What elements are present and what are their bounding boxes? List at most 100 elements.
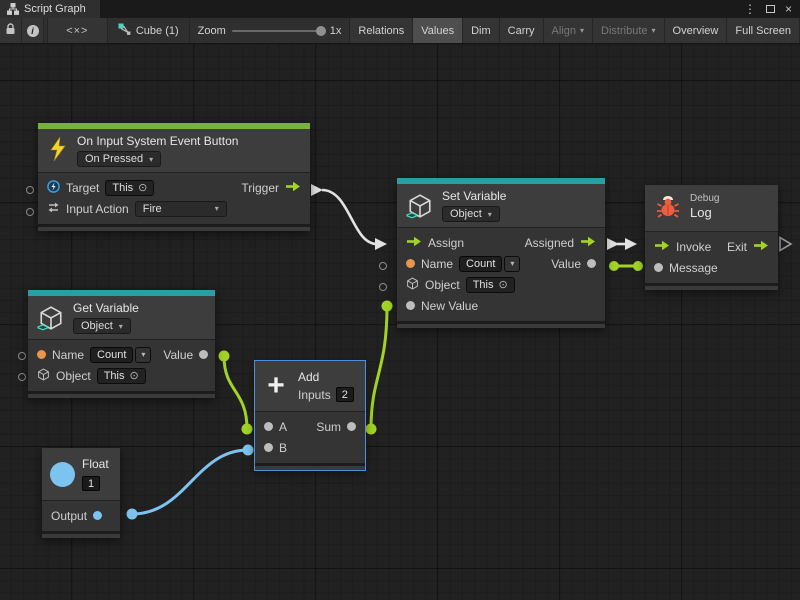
node-on-input-system-event-button[interactable]: On Input System Event Button On Pressed …	[38, 123, 310, 231]
lock-icon	[5, 23, 16, 38]
cube-icon	[406, 277, 419, 293]
chevron-down-icon: ▾	[119, 322, 123, 331]
object-value: This	[104, 370, 125, 382]
object-picker-icon[interactable]: ⊙	[129, 369, 138, 382]
graph-context-button[interactable]: Cube (1)	[108, 18, 190, 43]
name-label: Name	[52, 348, 84, 362]
flow-port-assigned-out[interactable]	[607, 238, 619, 250]
button-label: Align	[552, 25, 576, 37]
exit-label: Exit	[727, 240, 747, 254]
inspect-button[interactable]: i	[22, 18, 44, 43]
variable-name-dropdown[interactable]: Count ▾	[459, 256, 520, 272]
close-icon[interactable]: ×	[785, 3, 792, 15]
get-variable-kind-dropdown[interactable]: Object ▾	[73, 318, 131, 334]
node-title: Float	[82, 457, 109, 471]
sum-port-out[interactable]	[366, 424, 377, 435]
flow-arrow-icon	[753, 240, 769, 254]
node-debug-log[interactable]: Debug Log Invoke Exit	[645, 185, 778, 290]
float-circle-icon	[50, 462, 75, 487]
preview-code-button[interactable]: <×>	[48, 18, 108, 43]
flow-port-exit-unconnected[interactable]	[780, 238, 791, 251]
target-object-field[interactable]: This ⊙	[105, 180, 154, 196]
get-value-port-out[interactable]	[219, 351, 230, 362]
node-footer	[28, 391, 215, 398]
node-footer	[42, 531, 120, 538]
assigned-label: Assigned	[525, 236, 574, 250]
kind-value: Object	[450, 208, 482, 220]
message-port-in[interactable]	[633, 261, 643, 271]
toolbar-button-relations[interactable]: Relations	[350, 18, 413, 43]
wire-trigger-to-assign[interactable]	[322, 190, 377, 244]
value-port-out[interactable]	[609, 261, 619, 271]
b-port-dot[interactable]	[264, 443, 273, 452]
hierarchy-icon	[7, 3, 19, 15]
set-variable-kind-dropdown[interactable]: Object ▾	[442, 206, 500, 222]
zoom-slider[interactable]	[232, 30, 324, 32]
wire-float-to-b[interactable]	[132, 450, 248, 514]
a-port-dot[interactable]	[264, 422, 273, 431]
chevron-down-icon: ▾	[135, 347, 151, 363]
add-a-port-in[interactable]	[242, 424, 253, 435]
float-value-field[interactable]: 1	[82, 476, 100, 491]
lock-button[interactable]	[0, 18, 22, 43]
value-port-dot[interactable]	[199, 350, 208, 359]
maximize-icon[interactable]	[766, 5, 775, 13]
zoom-slider-knob[interactable]	[316, 26, 326, 36]
node-set-variable[interactable]: <> Set Variable Object ▾ Assign	[397, 178, 605, 328]
object-field[interactable]: This ⊙	[97, 368, 146, 384]
chevron-down-icon: ▾	[149, 155, 153, 164]
button-label: Dim	[471, 25, 491, 37]
output-port-dot[interactable]	[93, 511, 102, 520]
chevron-down-icon: ▾	[215, 204, 219, 213]
event-mode-dropdown[interactable]: On Pressed ▾	[77, 151, 161, 167]
port-ring-name[interactable]	[379, 262, 387, 270]
button-label: Distribute	[601, 25, 647, 37]
wire-sum-to-newvalue[interactable]	[371, 306, 387, 429]
flow-port-invoke-in[interactable]	[625, 238, 637, 250]
add-b-port-in[interactable]	[243, 445, 254, 456]
port-ring-input-action[interactable]	[26, 208, 34, 216]
node-footer	[397, 321, 605, 328]
variable-name-dropdown[interactable]: Count ▾	[90, 347, 151, 363]
input-action-dropdown[interactable]: Fire ▾	[135, 201, 227, 217]
object-field[interactable]: This ⊙	[466, 277, 515, 293]
float-output-port-out[interactable]	[127, 509, 138, 520]
port-ring-get-object[interactable]	[18, 373, 26, 381]
object-picker-icon[interactable]: ⊙	[138, 181, 147, 194]
name-port-dot[interactable]	[37, 350, 46, 359]
port-ring-target[interactable]	[26, 186, 34, 194]
port-ring-get-name[interactable]	[18, 352, 26, 360]
flow-port-assign-in[interactable]	[375, 238, 387, 250]
flow-arrow-icon	[406, 236, 422, 250]
flow-port-trigger-out[interactable]	[311, 184, 323, 196]
new-value-port-dot[interactable]	[406, 301, 415, 310]
port-ring-object[interactable]	[379, 283, 387, 291]
inputs-count-field[interactable]: 2	[336, 387, 354, 402]
node-add[interactable]: + Add Inputs 2 A Sum	[255, 361, 365, 470]
wire-getvalue-to-a[interactable]	[224, 356, 247, 429]
toolbar-button-distribute[interactable]: Distribute▾	[593, 18, 664, 43]
toolbar-button-dim[interactable]: Dim	[463, 18, 500, 43]
node-get-variable[interactable]: <> Get Variable Object ▾ Name Count ▾	[28, 290, 215, 398]
node-float[interactable]: Float 1 Output	[42, 448, 120, 538]
graph-canvas[interactable]: On Input System Event Button On Pressed …	[0, 44, 800, 600]
input-action-icon	[47, 201, 60, 217]
toolbar-button-fullscreen[interactable]: Full Screen	[727, 18, 800, 43]
toolbar-button-overview[interactable]: Overview	[665, 18, 728, 43]
node-category: Debug	[690, 193, 719, 204]
toolbar-button-align[interactable]: Align▾	[544, 18, 593, 43]
toolbar-button-values[interactable]: Values	[413, 18, 463, 43]
object-picker-icon[interactable]: ⊙	[498, 278, 507, 291]
visual-scripting-brackets-icon: <>	[406, 210, 417, 222]
object-value: This	[473, 279, 494, 291]
toolbar-button-carry[interactable]: Carry	[500, 18, 544, 43]
tab-script-graph[interactable]: Script Graph	[0, 0, 100, 18]
newvalue-port-in[interactable]	[382, 301, 393, 312]
sum-port-dot[interactable]	[347, 422, 356, 431]
message-port-dot[interactable]	[654, 263, 663, 272]
node-title: Set Variable	[442, 189, 506, 203]
window-menu-icon[interactable]: ⋮	[744, 3, 756, 15]
name-port-dot[interactable]	[406, 259, 415, 268]
value-port-dot[interactable]	[587, 259, 596, 268]
plus-icon: +	[263, 375, 289, 397]
